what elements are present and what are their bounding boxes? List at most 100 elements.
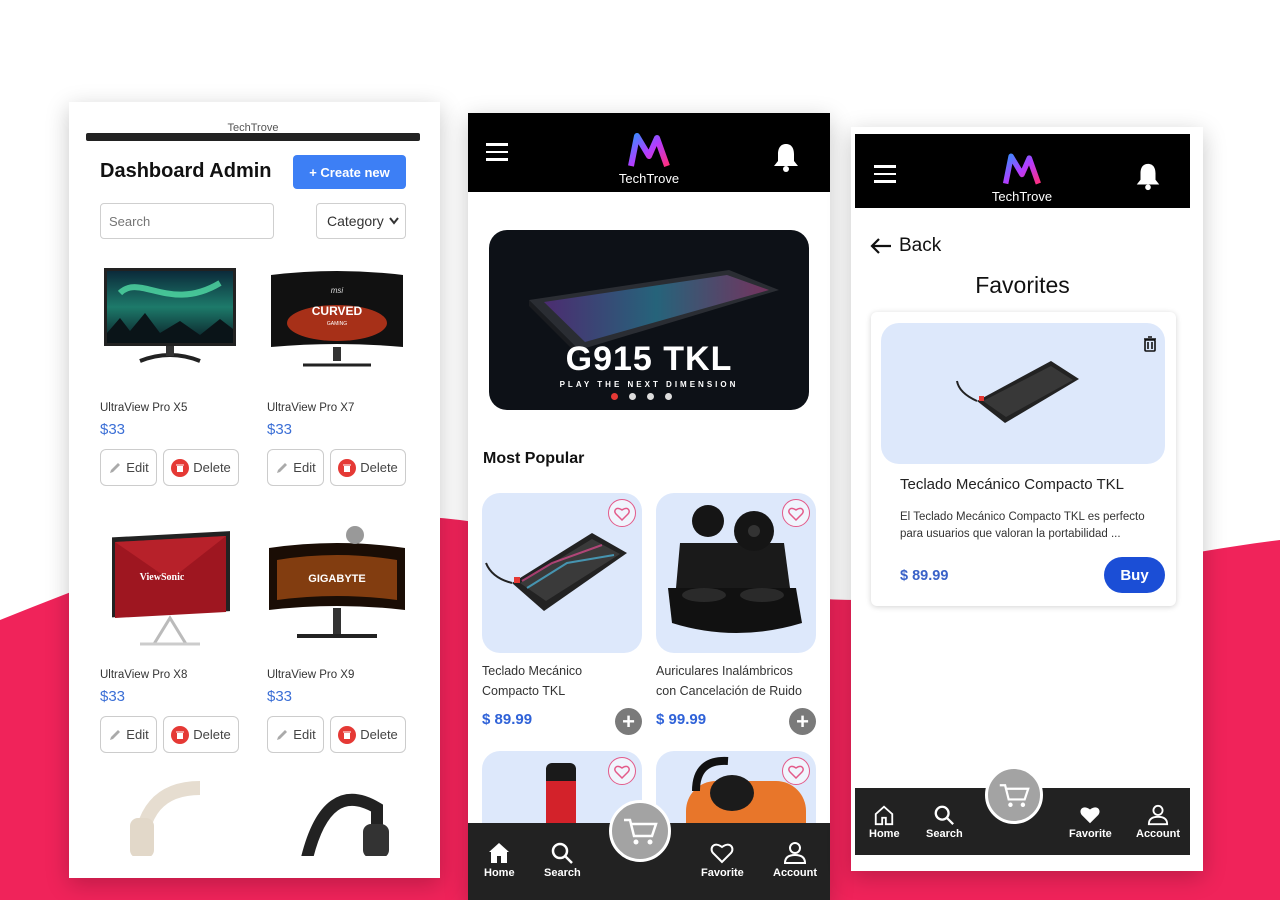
shop-home-screen: TechTrove G915 TKL PLAY THE NEXT DIMENSI… bbox=[468, 113, 830, 900]
edit-button-label: Edit bbox=[293, 727, 316, 742]
delete-button[interactable]: Delete bbox=[163, 449, 239, 486]
product-price: $33 bbox=[267, 421, 293, 438]
cart-icon bbox=[624, 818, 658, 845]
delete-button-label: Delete bbox=[360, 460, 398, 475]
tab-label: Favorite bbox=[1069, 828, 1112, 840]
edit-button[interactable]: Edit bbox=[100, 449, 157, 486]
banner-tagline: PLAY THE NEXT DIMENSION bbox=[559, 380, 739, 389]
back-button[interactable]: Back bbox=[869, 235, 941, 257]
menu-icon[interactable] bbox=[874, 165, 896, 183]
carousel-dot[interactable] bbox=[647, 393, 654, 400]
cart-icon bbox=[999, 784, 1030, 807]
edit-button-label: Edit bbox=[293, 460, 316, 475]
menu-icon[interactable] bbox=[486, 143, 508, 161]
heart-outline-icon bbox=[614, 765, 630, 779]
buy-button[interactable]: Buy bbox=[1104, 557, 1165, 593]
delete-button-label: Delete bbox=[360, 727, 398, 742]
heart-icon bbox=[1080, 807, 1100, 824]
headphones-image bbox=[130, 781, 201, 858]
bell-icon[interactable] bbox=[770, 141, 802, 173]
cart-button[interactable] bbox=[985, 766, 1043, 824]
carousel-dot[interactable] bbox=[629, 393, 636, 400]
product-image bbox=[656, 493, 816, 653]
promo-banner[interactable]: G915 TKL PLAY THE NEXT DIMENSION bbox=[489, 230, 809, 410]
arrow-left-icon bbox=[870, 238, 891, 254]
trash-icon bbox=[171, 458, 190, 477]
search-icon bbox=[552, 842, 574, 864]
product-price: $ 89.99 bbox=[482, 711, 533, 728]
product-name: UltraView Pro X7 bbox=[267, 402, 355, 414]
tab-home[interactable]: Home bbox=[869, 804, 900, 840]
favorites-screen-content: TechTrove Back Favorites Teclado Mecánic… bbox=[855, 134, 1190, 855]
create-new-button[interactable]: + Create new bbox=[293, 155, 406, 189]
bell-icon[interactable] bbox=[1133, 161, 1163, 191]
edit-button[interactable]: Edit bbox=[267, 716, 324, 753]
tab-label: Search bbox=[544, 867, 581, 879]
product-name: Auriculares Inalámbricos con Cancelación… bbox=[656, 664, 802, 698]
favorite-toggle[interactable] bbox=[608, 499, 636, 527]
favorite-toggle[interactable] bbox=[608, 757, 636, 785]
remove-favorite-button[interactable] bbox=[1139, 333, 1161, 355]
brand-logo[interactable]: TechTrove bbox=[611, 132, 687, 186]
delete-button-label: Delete bbox=[193, 460, 231, 475]
monitor-gigabyte-image: GIGABYTE bbox=[269, 543, 405, 638]
back-button-label: Back bbox=[899, 235, 942, 256]
tab-label: Home bbox=[484, 867, 515, 879]
tab-account[interactable]: Account bbox=[1136, 804, 1180, 840]
product-name: UltraView Pro X5 bbox=[100, 402, 188, 414]
monitor-viewsonic-image: ViewSonic bbox=[112, 531, 230, 646]
product-price: $ 99.99 bbox=[656, 711, 707, 728]
favorite-toggle[interactable] bbox=[782, 499, 810, 527]
tab-account[interactable]: Account bbox=[773, 841, 817, 879]
tab-home[interactable]: Home bbox=[484, 841, 515, 879]
heart-outline-icon bbox=[788, 507, 804, 521]
trash-icon bbox=[338, 458, 357, 477]
heart-icon bbox=[710, 843, 734, 864]
pencil-icon bbox=[110, 729, 121, 740]
admin-dashboard-screen: TechTrove Dashboard Admin + Create new C… bbox=[69, 102, 440, 878]
trash-icon bbox=[1144, 336, 1156, 352]
carousel-dots[interactable] bbox=[611, 393, 672, 400]
trash-icon bbox=[338, 725, 357, 744]
product-name: Teclado Mecánico Compacto TKL bbox=[482, 664, 583, 698]
favorites-screen: TechTrove Back Favorites Teclado Mecánic… bbox=[851, 127, 1203, 871]
search-icon bbox=[934, 805, 955, 825]
page-title: Favorites bbox=[975, 272, 1070, 298]
delete-button-label: Delete bbox=[193, 727, 231, 742]
product-image bbox=[482, 493, 642, 653]
tab-search[interactable]: Search bbox=[926, 804, 963, 840]
tab-search[interactable]: Search bbox=[544, 841, 581, 879]
product-price: $ 89.99 bbox=[900, 568, 949, 584]
tab-label: Home bbox=[869, 828, 900, 840]
delete-button[interactable]: Delete bbox=[163, 716, 239, 753]
app-header: TechTrove bbox=[855, 134, 1190, 208]
product-name: Teclado Mecánico Compacto TKL bbox=[900, 476, 1125, 493]
app-header: TechTrove bbox=[468, 113, 830, 192]
favorite-item-card[interactable]: Teclado Mecánico Compacto TKL El Teclado… bbox=[871, 312, 1176, 606]
tab-label: Account bbox=[1136, 828, 1180, 840]
logo-mark-icon bbox=[1002, 153, 1041, 185]
product-name: UltraView Pro X8 bbox=[100, 669, 188, 681]
carousel-dot[interactable] bbox=[665, 393, 672, 400]
carousel-dot[interactable] bbox=[611, 393, 618, 400]
tab-favorite[interactable]: Favorite bbox=[1069, 804, 1112, 840]
edit-button[interactable]: Edit bbox=[100, 716, 157, 753]
category-select[interactable]: Category bbox=[316, 203, 406, 239]
delete-button[interactable]: Delete bbox=[330, 449, 406, 486]
cart-button[interactable] bbox=[609, 800, 671, 862]
add-to-cart-button[interactable]: + bbox=[615, 708, 642, 735]
user-icon bbox=[783, 842, 807, 864]
chevron-down-icon bbox=[389, 217, 399, 225]
heart-outline-icon bbox=[614, 507, 630, 521]
tab-favorite[interactable]: Favorite bbox=[701, 841, 744, 879]
add-to-cart-button[interactable]: + bbox=[789, 708, 816, 735]
brand-logo[interactable]: TechTrove bbox=[981, 152, 1063, 204]
edit-button[interactable]: Edit bbox=[267, 449, 324, 486]
search-input[interactable] bbox=[100, 203, 274, 239]
delete-button[interactable]: Delete bbox=[330, 716, 406, 753]
favorite-toggle[interactable] bbox=[782, 757, 810, 785]
home-icon bbox=[489, 843, 510, 863]
product-name: UltraView Pro X9 bbox=[267, 669, 355, 681]
svg-text:GIGABYTE: GIGABYTE bbox=[308, 573, 365, 585]
trash-icon bbox=[171, 725, 190, 744]
